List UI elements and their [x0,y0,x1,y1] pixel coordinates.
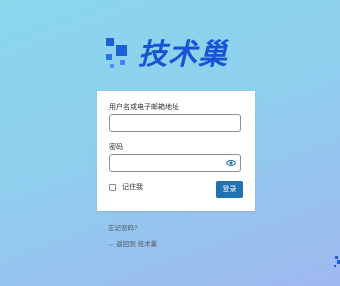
password-input[interactable] [109,154,241,172]
lost-password-link[interactable]: 忘记密码? [108,224,138,233]
remember-checkbox[interactable] [109,183,116,191]
password-label: 密码 [109,144,123,151]
eye-icon[interactable] [226,159,236,167]
site-logo[interactable]: 技术巢 [104,36,254,72]
username-input[interactable] [109,114,241,132]
login-button[interactable]: 登录 [216,181,243,198]
username-label: 用户名或电子邮箱地址 [109,104,179,111]
corner-logo-fragment-icon [332,255,340,271]
logo-pixel-icon [104,36,138,70]
logo-text: 技术巢 [138,37,229,71]
remember-label: 记住我 [122,184,143,191]
remember-me[interactable]: 记住我 [109,182,143,192]
back-to-site-link[interactable]: ← 返回到 技术巢 [108,240,157,249]
login-form: 用户名或电子邮箱地址 密码 记住我 登录 [97,91,255,211]
